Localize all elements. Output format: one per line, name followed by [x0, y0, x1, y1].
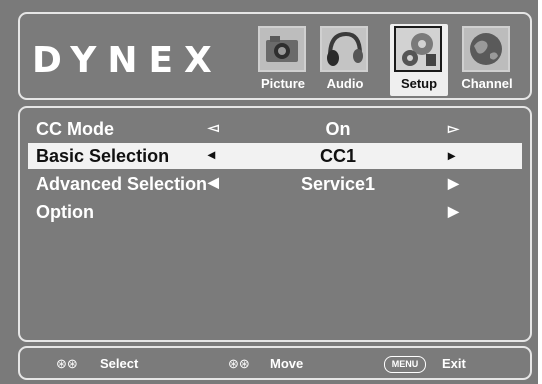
up-down-buttons-icon: ⊛⊛	[56, 356, 78, 371]
left-arrow-icon[interactable]: ◅	[208, 119, 219, 136]
menu-key-icon: MENU	[384, 356, 426, 373]
menu-row-advanced-selection[interactable]: Advanced Selection ◀ Service1 ▶	[28, 171, 522, 197]
left-right-buttons-icon: ⊛⊛	[228, 356, 250, 371]
footer-panel: ⊛⊛ Select ⊛⊛ Move MENU Exit	[18, 346, 532, 380]
left-arrow-icon[interactable]: ◂	[208, 146, 215, 163]
menu-row-basic-selection[interactable]: Basic Selection ◂ CC1 ▸	[28, 143, 522, 169]
right-arrow-icon[interactable]: ▸	[448, 147, 455, 164]
menu-row-value: Service1	[300, 174, 376, 194]
menu-row-label: Basic Selection	[36, 146, 170, 166]
globe-icon	[462, 26, 510, 72]
menu-row-cc-mode[interactable]: CC Mode ◅ On ▻	[28, 116, 522, 142]
menu-row-option[interactable]: Option ▶	[28, 199, 522, 225]
footer-move-label: Move	[270, 356, 304, 371]
tv-menu-screen: DYNEX Picture Audio Setup Channel CC Mod…	[0, 0, 538, 384]
header-panel: DYNEX Picture Audio Setup Channel	[18, 12, 532, 100]
footer-select-label: Select	[100, 356, 139, 371]
right-arrow-icon[interactable]: ▶	[448, 203, 459, 220]
right-arrow-icon[interactable]: ▶	[448, 175, 459, 192]
tab-picture[interactable]: Picture	[254, 24, 312, 96]
menu-row-value: On	[325, 119, 351, 139]
gears-icon	[394, 26, 442, 72]
footer-exit-label: Exit	[442, 356, 466, 371]
menu-row-label: CC Mode	[36, 119, 114, 139]
camera-icon	[258, 26, 306, 72]
tab-label-setup: Setup	[400, 76, 438, 91]
menu-row-value: CC1	[319, 146, 356, 166]
tab-audio[interactable]: Audio	[316, 24, 374, 96]
menu-panel: CC Mode ◅ On ▻ Basic Selection ◂ CC1 ▸ A…	[18, 106, 532, 342]
left-arrow-icon[interactable]: ◀	[208, 174, 219, 191]
headphones-icon	[320, 26, 368, 72]
tab-setup[interactable]: Setup	[390, 24, 448, 96]
tab-label-picture: Picture	[260, 76, 306, 91]
tab-label-audio: Audio	[326, 76, 364, 91]
tab-channel[interactable]: Channel	[458, 24, 516, 96]
brand-logo: DYNEX	[32, 40, 223, 81]
menu-row-label: Advanced Selection	[36, 174, 208, 194]
menu-row-label: Option	[36, 202, 94, 222]
right-arrow-icon[interactable]: ▻	[448, 120, 459, 137]
tab-label-channel: Channel	[461, 76, 513, 91]
